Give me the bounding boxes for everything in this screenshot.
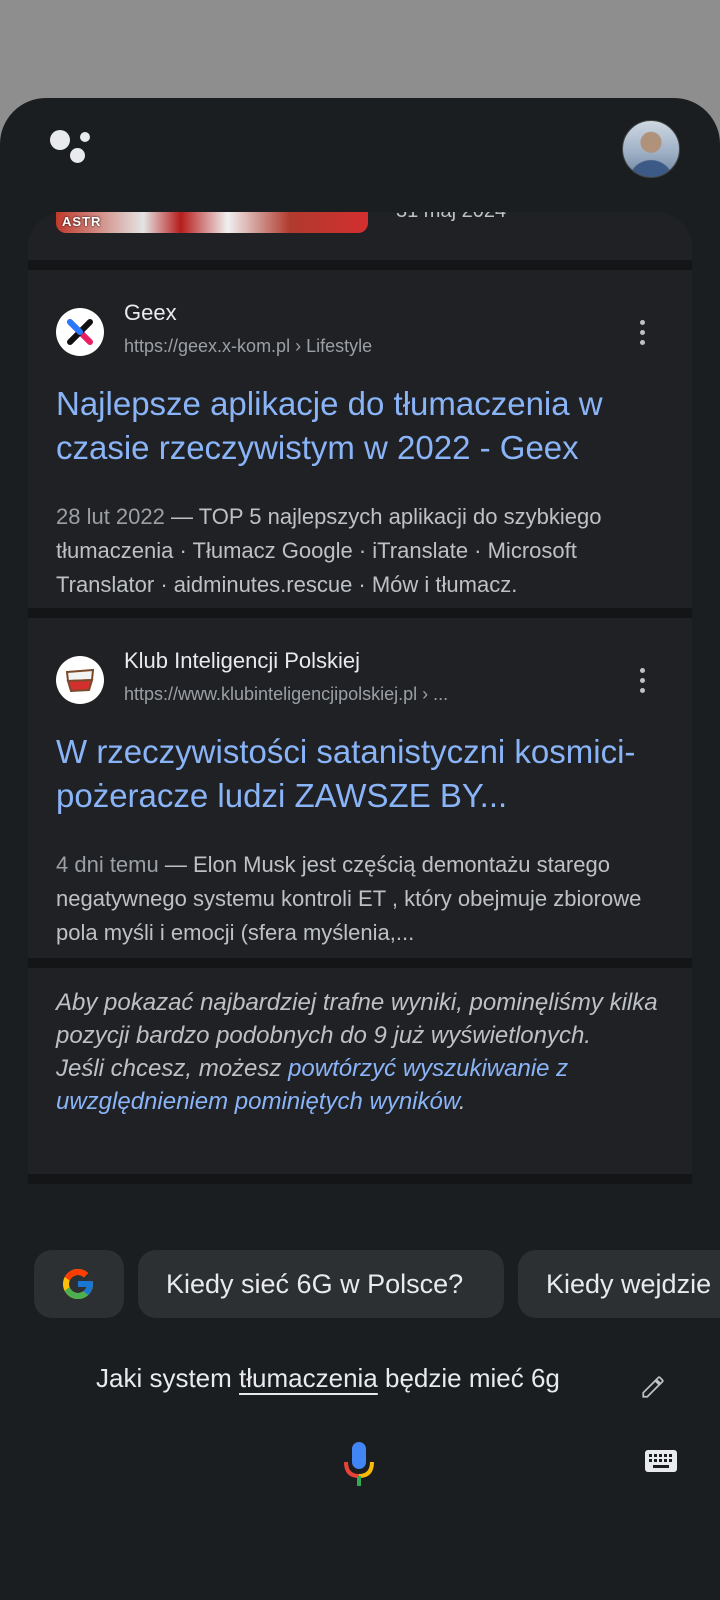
edit-pencil-icon[interactable] <box>640 1374 666 1400</box>
avatar[interactable] <box>622 120 680 178</box>
google-assistant-logo-icon[interactable] <box>50 130 90 166</box>
geex-favicon-icon <box>56 308 104 356</box>
omitted-suffix: . <box>458 1088 466 1115</box>
google-g-icon <box>63 1269 93 1299</box>
result-snippet: 28 lut 2022 — TOP 5 najlepszych aplikacj… <box>56 500 668 602</box>
search-results[interactable]: ASTR 31 maj 2024 Geex https://geex.x-kom… <box>28 212 692 1202</box>
query-text-underlined[interactable]: tłumaczenia <box>239 1363 378 1393</box>
divider <box>28 608 692 618</box>
omitted-text: Aby pokazać najbardziej trafne wyniki, p… <box>56 989 658 1049</box>
more-options-icon[interactable] <box>632 666 652 696</box>
snippet-date: 28 lut 2022 <box>56 504 165 529</box>
divider <box>28 260 692 270</box>
omitted-results-card: Aby pokazać najbardziej trafne wyniki, p… <box>28 968 692 1174</box>
divider <box>28 958 692 968</box>
query-text-before: Jaki system <box>96 1363 240 1393</box>
assistant-sheet: ASTR 31 maj 2024 Geex https://geex.x-kom… <box>0 98 720 1600</box>
snippet-dash: — <box>158 852 193 877</box>
omitted-notice: Aby pokazać najbardziej trafne wyniki, p… <box>56 986 676 1118</box>
microphone-icon[interactable] <box>342 1442 376 1488</box>
result-date: 31 maj 2024 <box>396 212 506 223</box>
more-options-icon[interactable] <box>632 318 652 348</box>
previous-result-card[interactable]: ASTR 31 maj 2024 <box>28 212 692 260</box>
klub-favicon-icon <box>56 656 104 704</box>
suggestion-chips: Kiedy sieć 6G w Polsce? Kiedy wejdzie <box>34 1250 720 1320</box>
snippet-date: 4 dni temu <box>56 852 159 877</box>
site-url[interactable]: https://www.klubinteligencjipolskiej.pl … <box>124 684 448 705</box>
result-card-geex[interactable]: Geex https://geex.x-kom.pl › Lifestyle N… <box>28 270 692 608</box>
result-thumbnail[interactable]: ASTR <box>56 212 368 233</box>
result-card-klub[interactable]: Klub Inteligencji Polskiej https://www.k… <box>28 618 692 958</box>
query-text-after: będzie mieć 6g <box>377 1363 560 1393</box>
thumbnail-text: ASTR <box>62 214 102 229</box>
divider <box>28 1174 692 1184</box>
result-title-link[interactable]: Najlepsze aplikacje do tłumaczenia w cza… <box>56 382 662 470</box>
omitted-prefix: Jeśli chcesz, możesz <box>56 1055 289 1082</box>
suggestion-chip[interactable]: Kiedy sieć 6G w Polsce? <box>138 1250 504 1318</box>
site-name[interactable]: Klub Inteligencji Polskiej <box>124 648 360 674</box>
site-name[interactable]: Geex <box>124 300 177 326</box>
suggestion-chip[interactable]: Kiedy wejdzie <box>518 1250 720 1318</box>
keyboard-icon[interactable] <box>644 1448 678 1476</box>
site-url[interactable]: https://geex.x-kom.pl › Lifestyle <box>124 336 372 357</box>
query-transcript[interactable]: Jaki system tłumaczenia będzie mieć 6g <box>96 1363 560 1394</box>
snippet-dash: — <box>164 504 199 529</box>
result-title-link[interactable]: W rzeczywistości satanistyczni kosmici-p… <box>56 730 662 818</box>
google-search-chip[interactable] <box>34 1250 124 1318</box>
result-snippet: 4 dni temu — Elon Musk jest częścią demo… <box>56 848 668 950</box>
